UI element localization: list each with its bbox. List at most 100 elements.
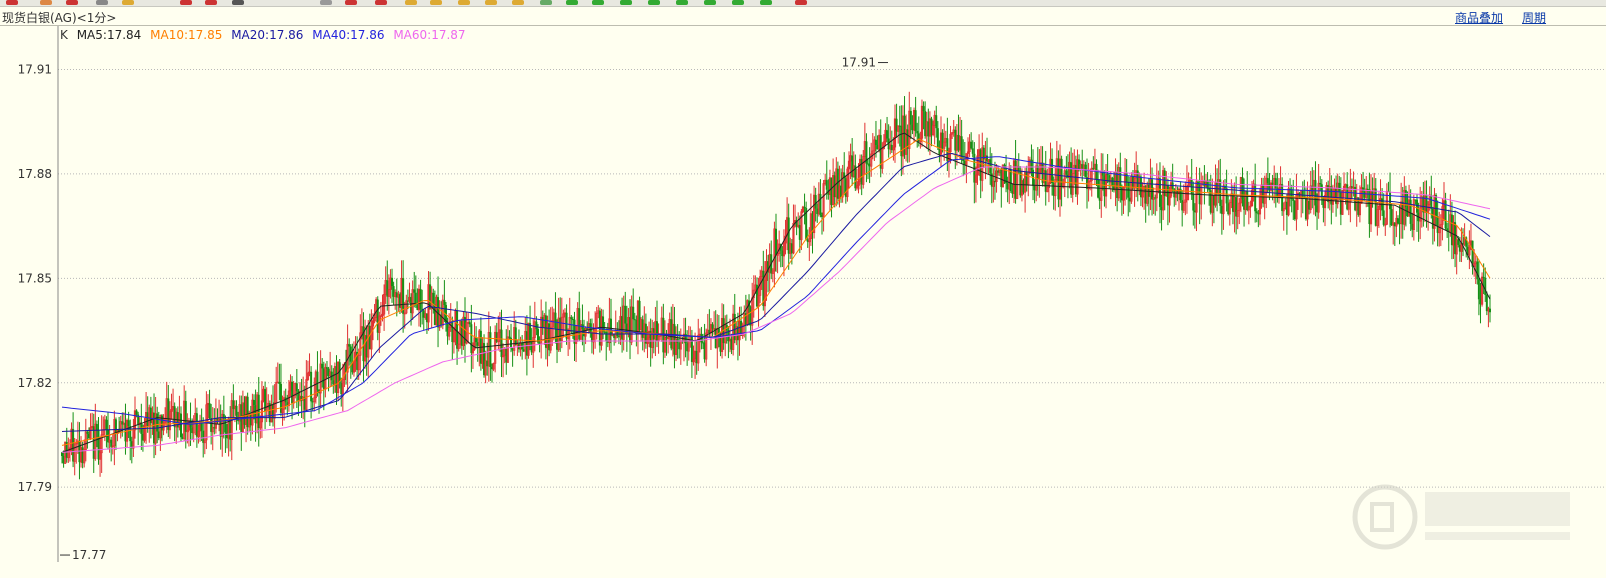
candle-body: [208, 403, 211, 419]
candle-body: [1338, 182, 1341, 193]
candle-body: [1009, 169, 1012, 191]
candle-body: [86, 431, 89, 434]
candle-body: [554, 312, 557, 329]
candle-body: [1219, 179, 1222, 206]
candle-body: [1266, 178, 1269, 184]
candle-body: [1314, 180, 1317, 206]
candle-body: [127, 420, 130, 427]
candles: [61, 91, 1491, 480]
candle-body: [632, 306, 635, 320]
candle-body: [803, 206, 806, 209]
candle-body: [1430, 194, 1433, 209]
candle-body: [624, 305, 627, 324]
candle-body: [514, 327, 517, 346]
high-label: 17.91: [842, 56, 876, 70]
y-tick-label: 17.82: [18, 376, 52, 390]
candle-body: [235, 405, 238, 416]
candle-body: [1151, 179, 1154, 200]
candle-body: [1416, 199, 1419, 213]
y-axis: 17.79 17.82 17.85 17.88 17.91: [18, 26, 59, 562]
candle-body: [252, 400, 255, 406]
candle-body: [589, 323, 592, 334]
candle-body: [500, 329, 503, 357]
candle-body: [413, 289, 416, 293]
candle-body: [1084, 164, 1087, 178]
candle-body: [348, 344, 351, 347]
candle-body: [295, 383, 298, 391]
candle-body: [1030, 159, 1033, 170]
candle-body: [1389, 192, 1392, 210]
low-label: 17.77: [72, 548, 106, 562]
candle-body: [321, 363, 324, 369]
candle-body: [914, 110, 917, 132]
y-tick-label: 17.85: [18, 271, 52, 285]
candle-body: [61, 452, 63, 456]
candle-body: [1051, 159, 1054, 184]
candle-body: [105, 419, 108, 430]
candle-body: [432, 292, 435, 305]
candle-body: [443, 300, 446, 306]
candle-body: [609, 318, 612, 336]
candle-body: [1396, 218, 1399, 224]
candle-body: [936, 128, 939, 148]
candle-body: [962, 159, 965, 161]
candle-body: [1457, 239, 1460, 245]
candle-body: [402, 278, 405, 314]
candle-body: [1435, 195, 1438, 217]
candle-body: [711, 324, 714, 329]
candle-body: [325, 367, 328, 369]
candle-body: [489, 332, 492, 367]
candle-body: [1382, 210, 1385, 225]
candle-body: [922, 106, 925, 112]
candle-body: [129, 426, 132, 442]
candle-body: [470, 324, 473, 353]
candle-body: [1274, 178, 1277, 189]
candle-body: [535, 321, 538, 330]
candle-body: [1065, 170, 1068, 175]
candle-body: [874, 139, 877, 146]
candle-body: [316, 371, 319, 390]
candle-body: [1301, 190, 1304, 197]
candle-body: [135, 410, 138, 415]
candle-body: [184, 401, 187, 432]
candle-body: [1106, 174, 1109, 176]
candle-body: [419, 289, 422, 309]
candle-body: [886, 130, 889, 139]
candle-body: [508, 336, 511, 338]
candle-body: [180, 413, 182, 438]
candle-body: [95, 424, 98, 431]
candle-body: [456, 310, 459, 349]
candle-body: [1119, 167, 1122, 188]
candle-body: [819, 194, 822, 215]
candle-body: [475, 337, 478, 343]
candle-body: [935, 115, 938, 129]
candle-body: [814, 195, 817, 209]
candle-body: [391, 277, 394, 287]
candle-body: [1319, 183, 1322, 185]
candle-body: [909, 111, 912, 125]
candle-body: [468, 322, 471, 325]
candle-body: [1477, 279, 1480, 300]
candle-body: [1192, 193, 1195, 211]
candle-body: [1362, 187, 1365, 192]
candle-body: [278, 381, 281, 385]
candle-body: [971, 148, 974, 154]
candle-body: [1111, 177, 1114, 187]
candle-body: [1484, 277, 1487, 295]
candle-body: [1409, 199, 1412, 224]
candle-body: [570, 317, 573, 320]
y-tick-label: 17.91: [18, 63, 52, 77]
candle-body: [156, 413, 159, 432]
candle-body: [605, 331, 608, 342]
candle-body: [1158, 178, 1161, 207]
candle-body: [1292, 199, 1295, 201]
candle-body: [1255, 211, 1258, 214]
candle-body: [916, 131, 919, 134]
candle-body: [1125, 173, 1128, 183]
y-tick-label: 17.88: [18, 167, 52, 181]
candle-body: [970, 141, 973, 149]
candle-body: [775, 228, 777, 256]
candle-body: [1489, 308, 1491, 313]
y-tick-label: 17.79: [18, 480, 52, 494]
watermark-logo: [1352, 484, 1570, 550]
